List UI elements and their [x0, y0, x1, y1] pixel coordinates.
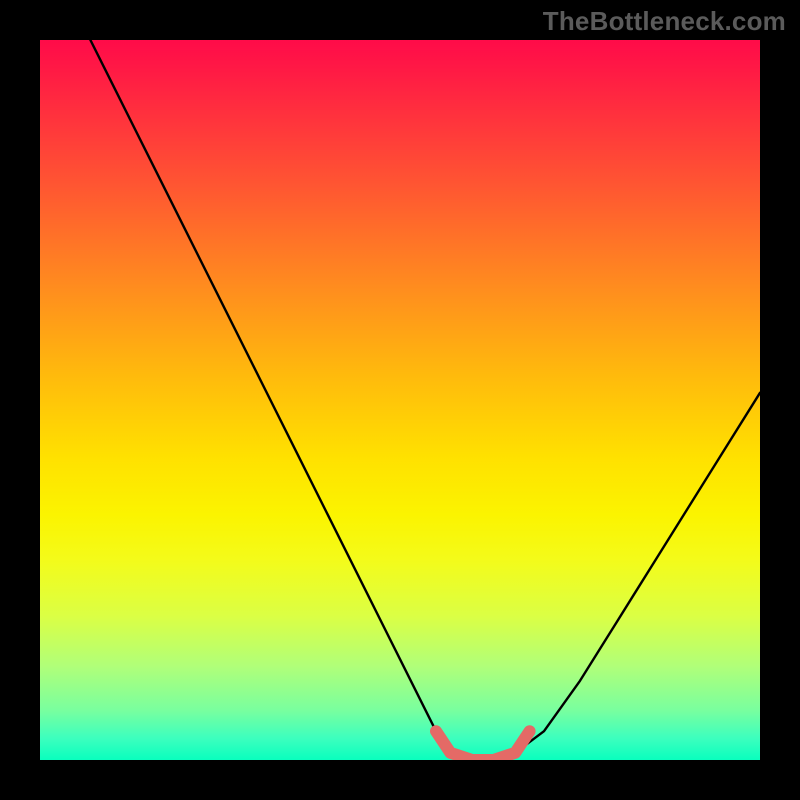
chart-frame: TheBottleneck.com: [0, 0, 800, 800]
optimal-region-path: [436, 731, 530, 760]
bottleneck-curve-path: [90, 40, 760, 760]
plot-area: [40, 40, 760, 760]
curve-overlay: [40, 40, 760, 760]
watermark-text: TheBottleneck.com: [543, 6, 786, 37]
